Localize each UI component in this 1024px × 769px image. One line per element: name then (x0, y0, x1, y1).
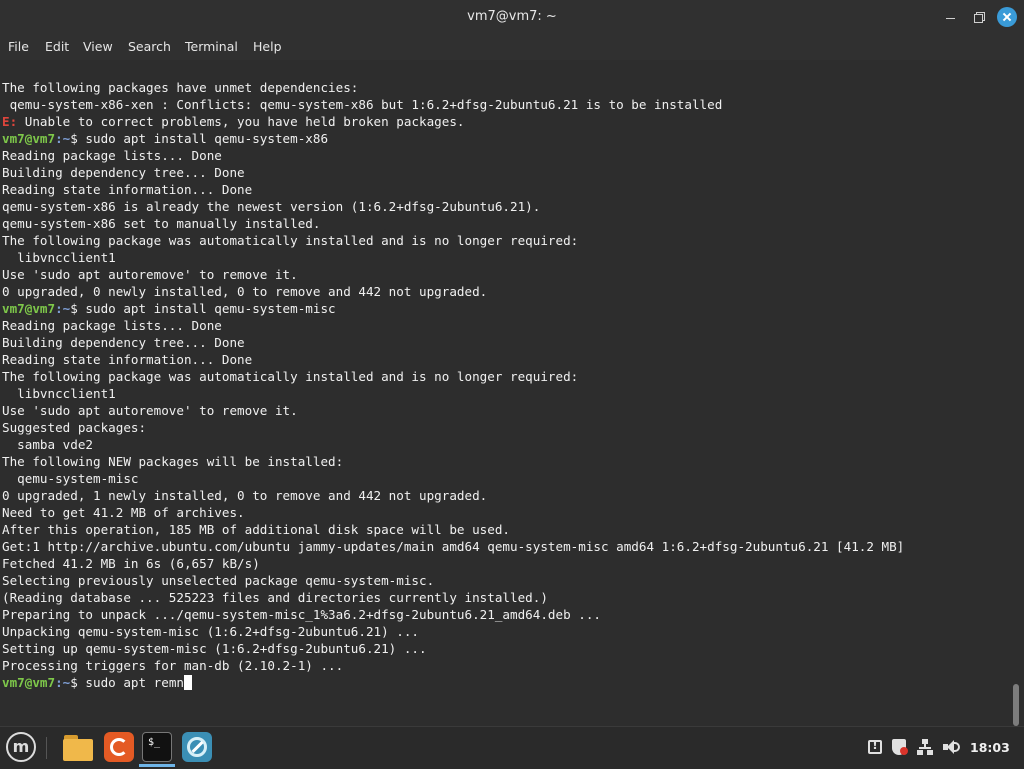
terminal-line: Reading state information... Done (2, 352, 253, 367)
maximize-button[interactable] (971, 8, 989, 26)
terminal-line: samba vde2 (2, 437, 93, 452)
menu-search[interactable]: Search (128, 39, 171, 54)
terminal-line: Building dependency tree... Done (2, 335, 245, 350)
terminal-line: Reading package lists... Done (2, 148, 222, 163)
text-cursor (183, 675, 192, 690)
menu-file[interactable]: File (8, 39, 29, 54)
prompt-user: vm7@vm7 (2, 675, 56, 690)
window-title: vm7@vm7: ~ (467, 9, 557, 24)
terminal-line: Fetched 41.2 MB in 6s (6,657 kB/s) (2, 556, 260, 571)
update-manager-icon[interactable]: ! (866, 738, 884, 756)
error-label: E: (2, 114, 18, 129)
terminal-icon[interactable]: $_ (141, 731, 173, 763)
prompt-path: :~ (55, 131, 71, 146)
terminal-line: Unpacking qemu-system-misc (1:6.2+dfsg-2… (2, 624, 420, 639)
taskbar-separator (46, 737, 47, 759)
terminal-prompt-line: vm7@vm7:~$ sudo apt install qemu-system-… (2, 301, 336, 316)
terminal-icon-label: $_ (148, 737, 161, 748)
terminal-line: Setting up qemu-system-misc (1:6.2+dfsg-… (2, 641, 427, 656)
terminal-line: 0 upgraded, 1 newly installed, 0 to remo… (2, 488, 488, 503)
mint-menu-icon[interactable]: m (6, 732, 36, 762)
terminal-line: Use 'sudo apt autoremove' to remove it. (2, 403, 298, 418)
terminal-line: (Reading database ... 525223 files and d… (2, 590, 548, 605)
title-bar: vm7@vm7: ~ (0, 0, 1024, 34)
menu-help[interactable]: Help (253, 39, 282, 54)
terminal-line: The following packages have unmet depend… (2, 80, 359, 95)
terminal-line: Processing triggers for man-db (2.10.2-1… (2, 658, 344, 673)
terminal-line: Selecting previously unselected package … (2, 573, 435, 588)
active-app-indicator (139, 764, 175, 767)
terminal-line: Get:1 http://archive.ubuntu.com/ubuntu j… (2, 539, 905, 554)
terminal-output[interactable]: The following packages have unmet depend… (0, 60, 1024, 726)
terminal-line: libvncclient1 (2, 250, 116, 265)
terminal-line: Reading package lists... Done (2, 318, 222, 333)
minimize-button[interactable] (942, 8, 960, 26)
prompt-user: vm7@vm7 (2, 131, 56, 146)
mint-logo-letter: m (12, 737, 30, 756)
menu-bar: File Edit View Search Terminal Help (0, 34, 1024, 60)
update-mark: ! (872, 738, 878, 752)
terminal-line: Use 'sudo apt autoremove' to remove it. (2, 267, 298, 282)
terminal-line: Reading state information... Done (2, 182, 253, 197)
shield-icon[interactable] (890, 738, 908, 756)
terminal-line: libvncclient1 (2, 386, 116, 401)
terminal-line: 0 upgraded, 0 newly installed, 0 to remo… (2, 284, 488, 299)
close-button[interactable] (997, 7, 1017, 27)
terminal-line: The following package was automatically … (2, 233, 579, 248)
menu-view[interactable]: View (83, 39, 113, 54)
terminal-line: qemu-system-x86 is already the newest ve… (2, 199, 541, 214)
compass-icon[interactable] (181, 731, 213, 763)
folder-icon[interactable] (62, 731, 94, 763)
menu-terminal[interactable]: Terminal (185, 39, 238, 54)
terminal-prompt-line: vm7@vm7:~$ sudo apt install qemu-system-… (2, 131, 329, 146)
firefox-icon[interactable] (103, 731, 135, 763)
terminal-line: Preparing to unpack .../qemu-system-misc… (2, 607, 601, 622)
terminal-line: The following NEW packages will be insta… (2, 454, 344, 469)
terminal-scrollbar[interactable] (1013, 684, 1019, 726)
clock[interactable]: 18:03 (970, 740, 1010, 755)
terminal-line: Suggested packages: (2, 420, 147, 435)
terminal-line: qemu-system-x86-xen : Conflicts: qemu-sy… (2, 97, 723, 112)
terminal-line: Need to get 41.2 MB of archives. (2, 505, 245, 520)
prompt-path: :~ (55, 301, 71, 316)
terminal-line: qemu-system-x86 set to manually installe… (2, 216, 321, 231)
terminal-prompt-line: vm7@vm7:~$ sudo apt remn (2, 674, 192, 691)
prompt-path: :~ (55, 675, 71, 690)
terminal-line: Building dependency tree... Done (2, 165, 245, 180)
terminal-line: After this operation, 185 MB of addition… (2, 522, 510, 537)
prompt-user: vm7@vm7 (2, 301, 56, 316)
menu-edit[interactable]: Edit (45, 39, 69, 54)
terminal-line: qemu-system-misc (2, 471, 139, 486)
terminal-error-line: E: Unable to correct problems, you have … (2, 114, 465, 129)
terminal-line: The following package was automatically … (2, 369, 579, 384)
network-icon[interactable] (916, 738, 934, 756)
volume-icon[interactable] (942, 738, 960, 756)
